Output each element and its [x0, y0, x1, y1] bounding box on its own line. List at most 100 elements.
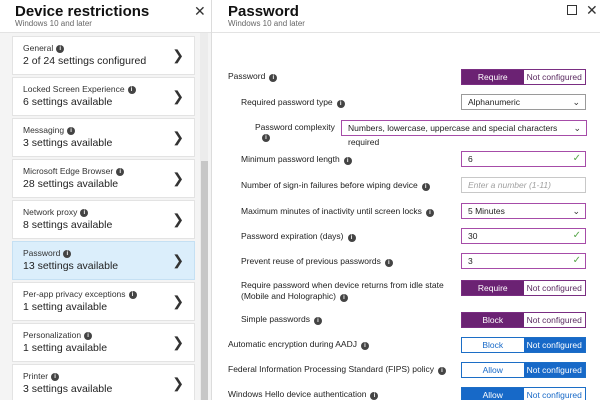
password-type-dropdown[interactable]: Alphanumeric ⌄: [461, 94, 586, 110]
toggle-option-block[interactable]: Block: [462, 313, 524, 327]
info-icon[interactable]: i: [262, 134, 270, 142]
toggle-option-not-configured[interactable]: Not configured: [523, 363, 585, 377]
toggle-option-not-configured[interactable]: Not configured: [523, 313, 585, 327]
info-icon[interactable]: i: [384, 259, 393, 267]
info-icon[interactable]: i: [116, 168, 125, 176]
info-icon[interactable]: i: [425, 209, 434, 217]
toggle-option-not-configured[interactable]: Not configured: [523, 281, 585, 295]
idle-return-toggle[interactable]: Require Not configured: [461, 280, 586, 296]
setting-label-line1: Require password when device returns fro…: [241, 280, 444, 290]
auto-encryption-toggle[interactable]: Block Not configured: [461, 337, 586, 353]
chevron-right-icon: ❯: [172, 252, 184, 268]
setting-simple-passwords: Simple passwords i Block Not configured: [212, 311, 600, 331]
info-icon[interactable]: i: [80, 209, 89, 217]
input-value: 30: [468, 231, 478, 241]
info-icon[interactable]: i: [421, 183, 430, 191]
setting-label: Minimum password length: [241, 154, 340, 164]
category-item-locked-screen[interactable]: Locked Screen Experience i 6 settings ava…: [12, 77, 195, 116]
blade-title: Password: [228, 3, 299, 20]
category-item-edge-browser[interactable]: Microsoft Edge Browser i 28 settings avai…: [12, 159, 195, 198]
info-icon[interactable]: i: [63, 250, 72, 258]
category-label: Personalization: [23, 330, 82, 340]
setting-label: Maximum minutes of inactivity until scre…: [241, 206, 422, 216]
category-status: 8 settings available: [23, 219, 113, 231]
prevent-reuse-input[interactable]: 3 ✓: [461, 253, 586, 269]
blade-header: Device restrictions Windows 10 and later…: [0, 0, 211, 33]
info-icon[interactable]: i: [269, 74, 278, 82]
info-icon[interactable]: i: [343, 157, 352, 165]
check-icon: ✓: [572, 230, 581, 241]
chevron-right-icon: ❯: [172, 170, 184, 186]
info-icon[interactable]: i: [84, 332, 93, 340]
toggle-option-not-configured[interactable]: Not configured: [523, 70, 585, 84]
category-label: General: [23, 43, 54, 53]
category-item-per-app-privacy[interactable]: Per-app privacy exceptions i 1 setting av…: [12, 282, 195, 321]
setting-fips-policy: Federal Information Processing Standard …: [212, 361, 600, 381]
setting-inactivity: Maximum minutes of inactivity until scre…: [212, 203, 600, 223]
info-icon[interactable]: i: [347, 234, 356, 242]
close-icon[interactable]: ✕: [586, 2, 598, 19]
setting-expiration: Password expiration (days) i 30 ✓: [212, 228, 600, 248]
dropdown-value: Numbers, lowercase, uppercase and specia…: [348, 123, 558, 147]
category-status: 1 setting available: [23, 342, 108, 354]
category-status: 28 settings available: [23, 178, 119, 190]
setting-min-length: Minimum password length i 6 ✓: [212, 151, 600, 171]
category-status: 3 settings available: [23, 383, 113, 395]
info-icon[interactable]: i: [56, 45, 65, 53]
category-item-printer[interactable]: Printer i 3 settings available ❯: [12, 364, 195, 400]
fips-toggle[interactable]: Allow Not configured: [461, 362, 586, 378]
chevron-right-icon: ❯: [172, 129, 184, 145]
maximize-icon[interactable]: [567, 5, 577, 15]
setting-signin-failures: Number of sign-in failures before wiping…: [212, 177, 600, 197]
password-toggle[interactable]: Require Not configured: [461, 69, 586, 85]
info-icon[interactable]: i: [128, 291, 137, 299]
inactivity-dropdown[interactable]: 5 Minutes ⌄: [461, 203, 586, 219]
info-icon[interactable]: i: [370, 392, 379, 400]
chevron-right-icon: ❯: [172, 211, 184, 227]
info-icon[interactable]: i: [67, 127, 76, 135]
toggle-option-require[interactable]: Require: [462, 70, 524, 84]
dropdown-value: Alphanumeric: [468, 97, 520, 107]
info-icon[interactable]: i: [339, 294, 348, 302]
setting-password: Password i Require Not configured: [212, 68, 600, 88]
category-item-general[interactable]: General i 2 of 24 settings configured ❯: [12, 36, 195, 75]
toggle-option-not-configured[interactable]: Not configured: [523, 338, 585, 352]
info-icon[interactable]: i: [51, 373, 60, 381]
category-item-personalization[interactable]: Personalization i 1 setting available ❯: [12, 323, 195, 362]
simple-passwords-toggle[interactable]: Block Not configured: [461, 312, 586, 328]
device-restrictions-blade: Device restrictions Windows 10 and later…: [0, 0, 212, 400]
chevron-down-icon: ⌄: [573, 123, 581, 133]
category-item-messaging[interactable]: Messaging i 3 settings available ❯: [12, 118, 195, 157]
category-label: Password: [23, 248, 61, 258]
info-icon[interactable]: i: [437, 367, 446, 375]
category-item-network-proxy[interactable]: Network proxy i 8 settings available ❯: [12, 200, 195, 239]
category-item-password[interactable]: Password i 13 settings available ❯: [12, 241, 195, 280]
category-label: Microsoft Edge Browser: [23, 166, 114, 176]
info-icon[interactable]: i: [313, 317, 322, 325]
toggle-option-not-configured[interactable]: Not configured: [523, 388, 585, 400]
expiration-input[interactable]: 30 ✓: [461, 228, 586, 244]
chevron-right-icon: ❯: [172, 47, 184, 63]
blade-subtitle: Windows 10 and later: [228, 19, 305, 28]
setting-label: Prevent reuse of previous passwords: [241, 256, 381, 266]
windows-hello-toggle[interactable]: Allow Not configured: [461, 387, 586, 400]
category-status: 6 settings available: [23, 96, 113, 108]
setting-windows-hello: Windows Hello device authentication i All…: [212, 386, 600, 400]
min-length-input[interactable]: 6 ✓: [461, 151, 586, 167]
setting-label: Password complexity: [255, 122, 335, 132]
toggle-option-block[interactable]: Block: [462, 338, 524, 352]
category-label: Locked Screen Experience: [23, 84, 125, 94]
info-icon[interactable]: i: [127, 86, 136, 94]
toggle-option-require[interactable]: Require: [462, 281, 524, 295]
info-icon[interactable]: i: [336, 100, 345, 108]
setting-password-type: Required password type i Alphanumeric ⌄: [212, 94, 600, 114]
signin-failures-input[interactable]: Enter a number (1-11): [461, 177, 586, 193]
toggle-option-allow[interactable]: Allow: [462, 363, 524, 377]
password-complexity-dropdown[interactable]: Numbers, lowercase, uppercase and specia…: [341, 120, 587, 147]
scrollbar-thumb[interactable]: [201, 161, 208, 400]
close-icon[interactable]: ✕: [194, 3, 206, 20]
info-icon[interactable]: i: [360, 342, 369, 350]
input-value: 6: [468, 154, 473, 164]
setting-auto-encryption: Automatic encryption during AADJ i Block …: [212, 336, 600, 356]
toggle-option-allow[interactable]: Allow: [462, 388, 524, 400]
